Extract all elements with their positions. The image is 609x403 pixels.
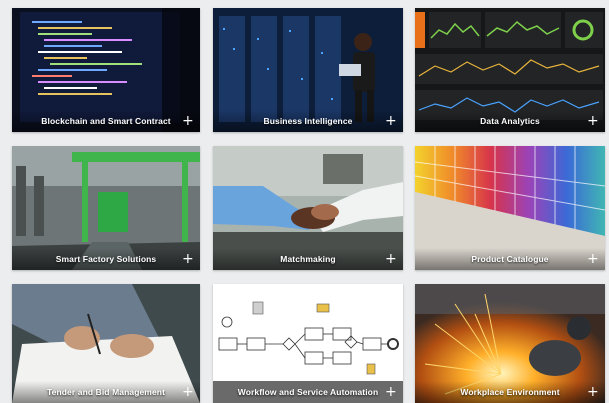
tile-blockchain[interactable]: Blockchain and Smart Contract + xyxy=(12,8,200,132)
tile-business-intelligence[interactable]: Business Intelligence + xyxy=(213,8,403,132)
tile-matchmaking[interactable]: Matchmaking + xyxy=(213,146,403,270)
tile-tender-bid-title: Tender and Bid Management xyxy=(12,381,200,403)
tile-workplace-environment[interactable]: Workplace Environment + xyxy=(415,284,605,403)
tile-data-analytics[interactable]: Data Analytics + xyxy=(415,8,605,132)
plus-icon[interactable]: + xyxy=(385,252,397,266)
plus-icon[interactable]: + xyxy=(587,385,599,399)
tile-smart-factory[interactable]: Smart Factory Solutions + xyxy=(12,146,200,270)
tile-workflow-title: Workflow and Service Automation xyxy=(213,381,403,403)
tile-tender-bid[interactable]: Tender and Bid Management + xyxy=(12,284,200,403)
plus-icon[interactable]: + xyxy=(587,114,599,128)
plus-icon[interactable]: + xyxy=(182,252,194,266)
tile-workplace-environment-title: Workplace Environment xyxy=(415,381,605,403)
tile-data-analytics-title: Data Analytics xyxy=(415,110,605,132)
plus-icon[interactable]: + xyxy=(182,114,194,128)
tile-blockchain-title: Blockchain and Smart Contract xyxy=(12,110,200,132)
plus-icon[interactable]: + xyxy=(182,385,194,399)
tile-product-catalogue[interactable]: Product Catalogue + xyxy=(415,146,605,270)
plus-icon[interactable]: + xyxy=(385,114,397,128)
tile-workflow[interactable]: Workflow and Service Automation + xyxy=(213,284,403,403)
tile-smart-factory-title: Smart Factory Solutions xyxy=(12,248,200,270)
tile-product-catalogue-title: Product Catalogue xyxy=(415,248,605,270)
plus-icon[interactable]: + xyxy=(385,385,397,399)
tile-matchmaking-title: Matchmaking xyxy=(213,248,403,270)
solutions-grid: Blockchain and Smart Contract + Business… xyxy=(0,0,609,403)
tile-business-intelligence-title: Business Intelligence xyxy=(213,110,403,132)
plus-icon[interactable]: + xyxy=(587,252,599,266)
